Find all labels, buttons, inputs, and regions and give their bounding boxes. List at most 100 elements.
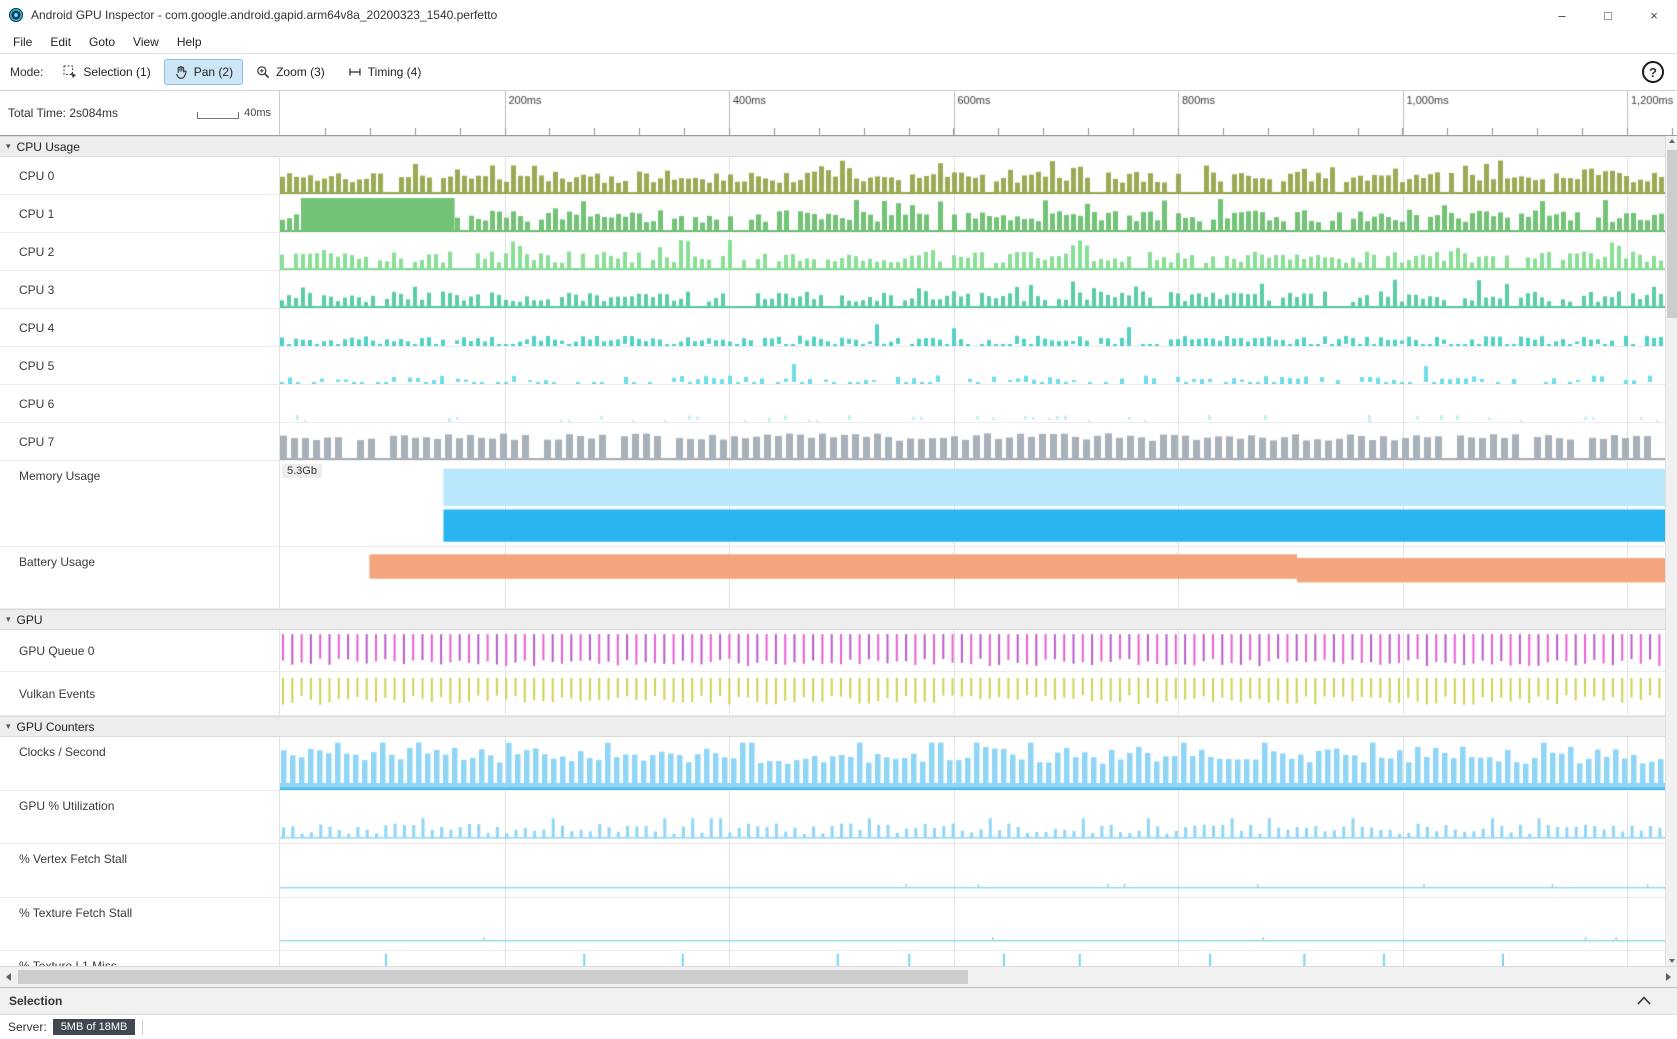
horizontal-scrollbar[interactable] — [0, 966, 1677, 987]
track-canvas-cpu-6[interactable] — [280, 385, 1677, 422]
ruler-track[interactable] — [280, 91, 1677, 135]
horizontal-scroll-thumb[interactable] — [18, 970, 968, 984]
track-chart[interactable] — [280, 547, 1677, 608]
track-label: CPU 5 — [0, 347, 280, 384]
track-canvas-texture-l1-miss[interactable] — [280, 951, 1677, 966]
track-row-memory-usage: Memory Usage5.3Gb — [0, 461, 1677, 547]
track-row-cpu-3: CPU 3 — [0, 271, 1677, 309]
track-chart[interactable] — [280, 791, 1677, 843]
track-chart[interactable]: 5.3Gb — [280, 461, 1677, 546]
track-canvas-clocks-second[interactable] — [280, 737, 1677, 790]
scale-indicator: 40ms — [197, 107, 271, 119]
track-label: % Texture L1 Miss — [0, 951, 280, 966]
collapse-chevron-icon[interactable] — [1637, 996, 1651, 1005]
menu-item-help[interactable]: Help — [168, 32, 211, 52]
track-chart[interactable] — [280, 951, 1677, 966]
track-canvas-memory-usage[interactable] — [280, 461, 1677, 546]
track-canvas-vulkan-events[interactable] — [280, 672, 1677, 715]
track-canvas-cpu-1[interactable] — [280, 195, 1677, 232]
menu-item-view[interactable]: View — [124, 32, 168, 52]
track-label: CPU 3 — [0, 271, 280, 308]
track-canvas-cpu-0[interactable] — [280, 157, 1677, 194]
mode-button-selection[interactable]: Selection (1) — [53, 59, 160, 85]
memory-value-label: 5.3Gb — [282, 464, 322, 478]
ruler-canvas[interactable] — [280, 91, 1677, 135]
track-chart[interactable] — [280, 385, 1677, 422]
track-chart[interactable] — [280, 233, 1677, 270]
mode-button-pan[interactable]: Pan (2) — [164, 59, 243, 85]
help-label: ? — [1649, 65, 1657, 80]
minimize-button[interactable]: – — [1539, 0, 1585, 30]
track-row-vulkan-events: Vulkan Events — [0, 672, 1677, 716]
track-label: CPU 6 — [0, 385, 280, 422]
menu-item-file[interactable]: File — [4, 32, 41, 52]
track-row-cpu-1: CPU 1 — [0, 195, 1677, 233]
close-button[interactable]: × — [1631, 0, 1677, 30]
track-chart[interactable] — [280, 672, 1677, 715]
track-canvas-gpu-queue-0[interactable] — [280, 630, 1677, 671]
mode-button-timing[interactable]: Timing (4) — [338, 59, 432, 85]
mode-button-zoom[interactable]: Zoom (3) — [246, 59, 335, 85]
track-canvas-cpu-4[interactable] — [280, 309, 1677, 346]
track-canvas-battery-usage[interactable] — [280, 547, 1677, 608]
section-header-gpu-counters[interactable]: ▾GPU Counters — [0, 716, 1677, 737]
track-row-texture-l1-miss: % Texture L1 Miss — [0, 951, 1677, 966]
mode-button-label: Selection (1) — [83, 65, 150, 79]
track-chart[interactable] — [280, 630, 1677, 671]
mode-buttons: Selection (1) Pan (2)Zoom (3) Timing (4) — [53, 59, 431, 85]
track-row-vertex-fetch-stall: % Vertex Fetch Stall — [0, 844, 1677, 898]
collapse-triangle-icon: ▾ — [6, 722, 11, 731]
track-chart[interactable] — [280, 737, 1677, 790]
track-chart[interactable] — [280, 195, 1677, 232]
vertical-scrollbar[interactable] — [1665, 136, 1677, 966]
pan-icon — [174, 65, 188, 79]
track-chart[interactable] — [280, 309, 1677, 346]
track-label: % Vertex Fetch Stall — [0, 844, 280, 897]
statusbar-divider — [142, 1020, 143, 1035]
selection-icon — [63, 65, 77, 79]
track-canvas-cpu-5[interactable] — [280, 347, 1677, 384]
track-chart[interactable] — [280, 157, 1677, 194]
selection-panel-header[interactable]: Selection — [0, 987, 1677, 1014]
mode-button-label: Timing (4) — [368, 65, 422, 79]
scroll-left-arrow[interactable] — [0, 967, 17, 987]
track-label: Memory Usage — [0, 461, 280, 546]
window-title: Android GPU Inspector - com.google.andro… — [31, 8, 497, 22]
track-chart[interactable] — [280, 423, 1677, 460]
track-chart[interactable] — [280, 271, 1677, 308]
timeline-ruler: Total Time: 2s084ms 40ms — [0, 91, 1677, 136]
scroll-down-arrow[interactable] — [1669, 959, 1675, 963]
track-row-clocks-second: Clocks / Second — [0, 737, 1677, 791]
track-canvas-vertex-fetch-stall[interactable] — [280, 844, 1677, 897]
track-label: CPU 7 — [0, 423, 280, 460]
scale-bracket-icon — [197, 112, 239, 119]
mode-label: Mode: — [10, 65, 43, 79]
scroll-up-arrow[interactable] — [1669, 139, 1675, 143]
track-canvas-cpu-2[interactable] — [280, 233, 1677, 270]
section-header-gpu[interactable]: ▾GPU — [0, 609, 1677, 630]
menu-item-goto[interactable]: Goto — [80, 32, 124, 52]
timing-icon — [348, 65, 362, 79]
server-label: Server: — [8, 1020, 47, 1034]
track-label: Clocks / Second — [0, 737, 280, 790]
track-chart[interactable] — [280, 898, 1677, 950]
scale-label: 40ms — [244, 107, 271, 119]
track-row-cpu-6: CPU 6 — [0, 385, 1677, 423]
track-chart[interactable] — [280, 347, 1677, 384]
track-chart[interactable] — [280, 844, 1677, 897]
maximize-button[interactable]: □ — [1585, 0, 1631, 30]
vertical-scroll-thumb[interactable] — [1667, 150, 1677, 318]
section-header-cpu-usage[interactable]: ▾ CPU Usage — [0, 136, 1677, 157]
section-label: CPU Usage — [17, 140, 80, 154]
collapse-triangle-icon: ▾ — [6, 142, 11, 151]
help-button[interactable]: ? — [1642, 61, 1664, 83]
menu-item-edit[interactable]: Edit — [41, 32, 80, 52]
track-row-gpu-utilization: GPU % Utilization — [0, 791, 1677, 844]
collapse-triangle-icon: ▾ — [6, 615, 11, 624]
track-canvas-cpu-7[interactable] — [280, 423, 1677, 460]
track-canvas-texture-fetch-stall[interactable] — [280, 898, 1677, 950]
scroll-right-arrow[interactable] — [1660, 967, 1677, 987]
track-canvas-gpu-utilization[interactable] — [280, 791, 1677, 843]
track-canvas-cpu-3[interactable] — [280, 271, 1677, 308]
track-label: GPU Queue 0 — [0, 630, 280, 671]
